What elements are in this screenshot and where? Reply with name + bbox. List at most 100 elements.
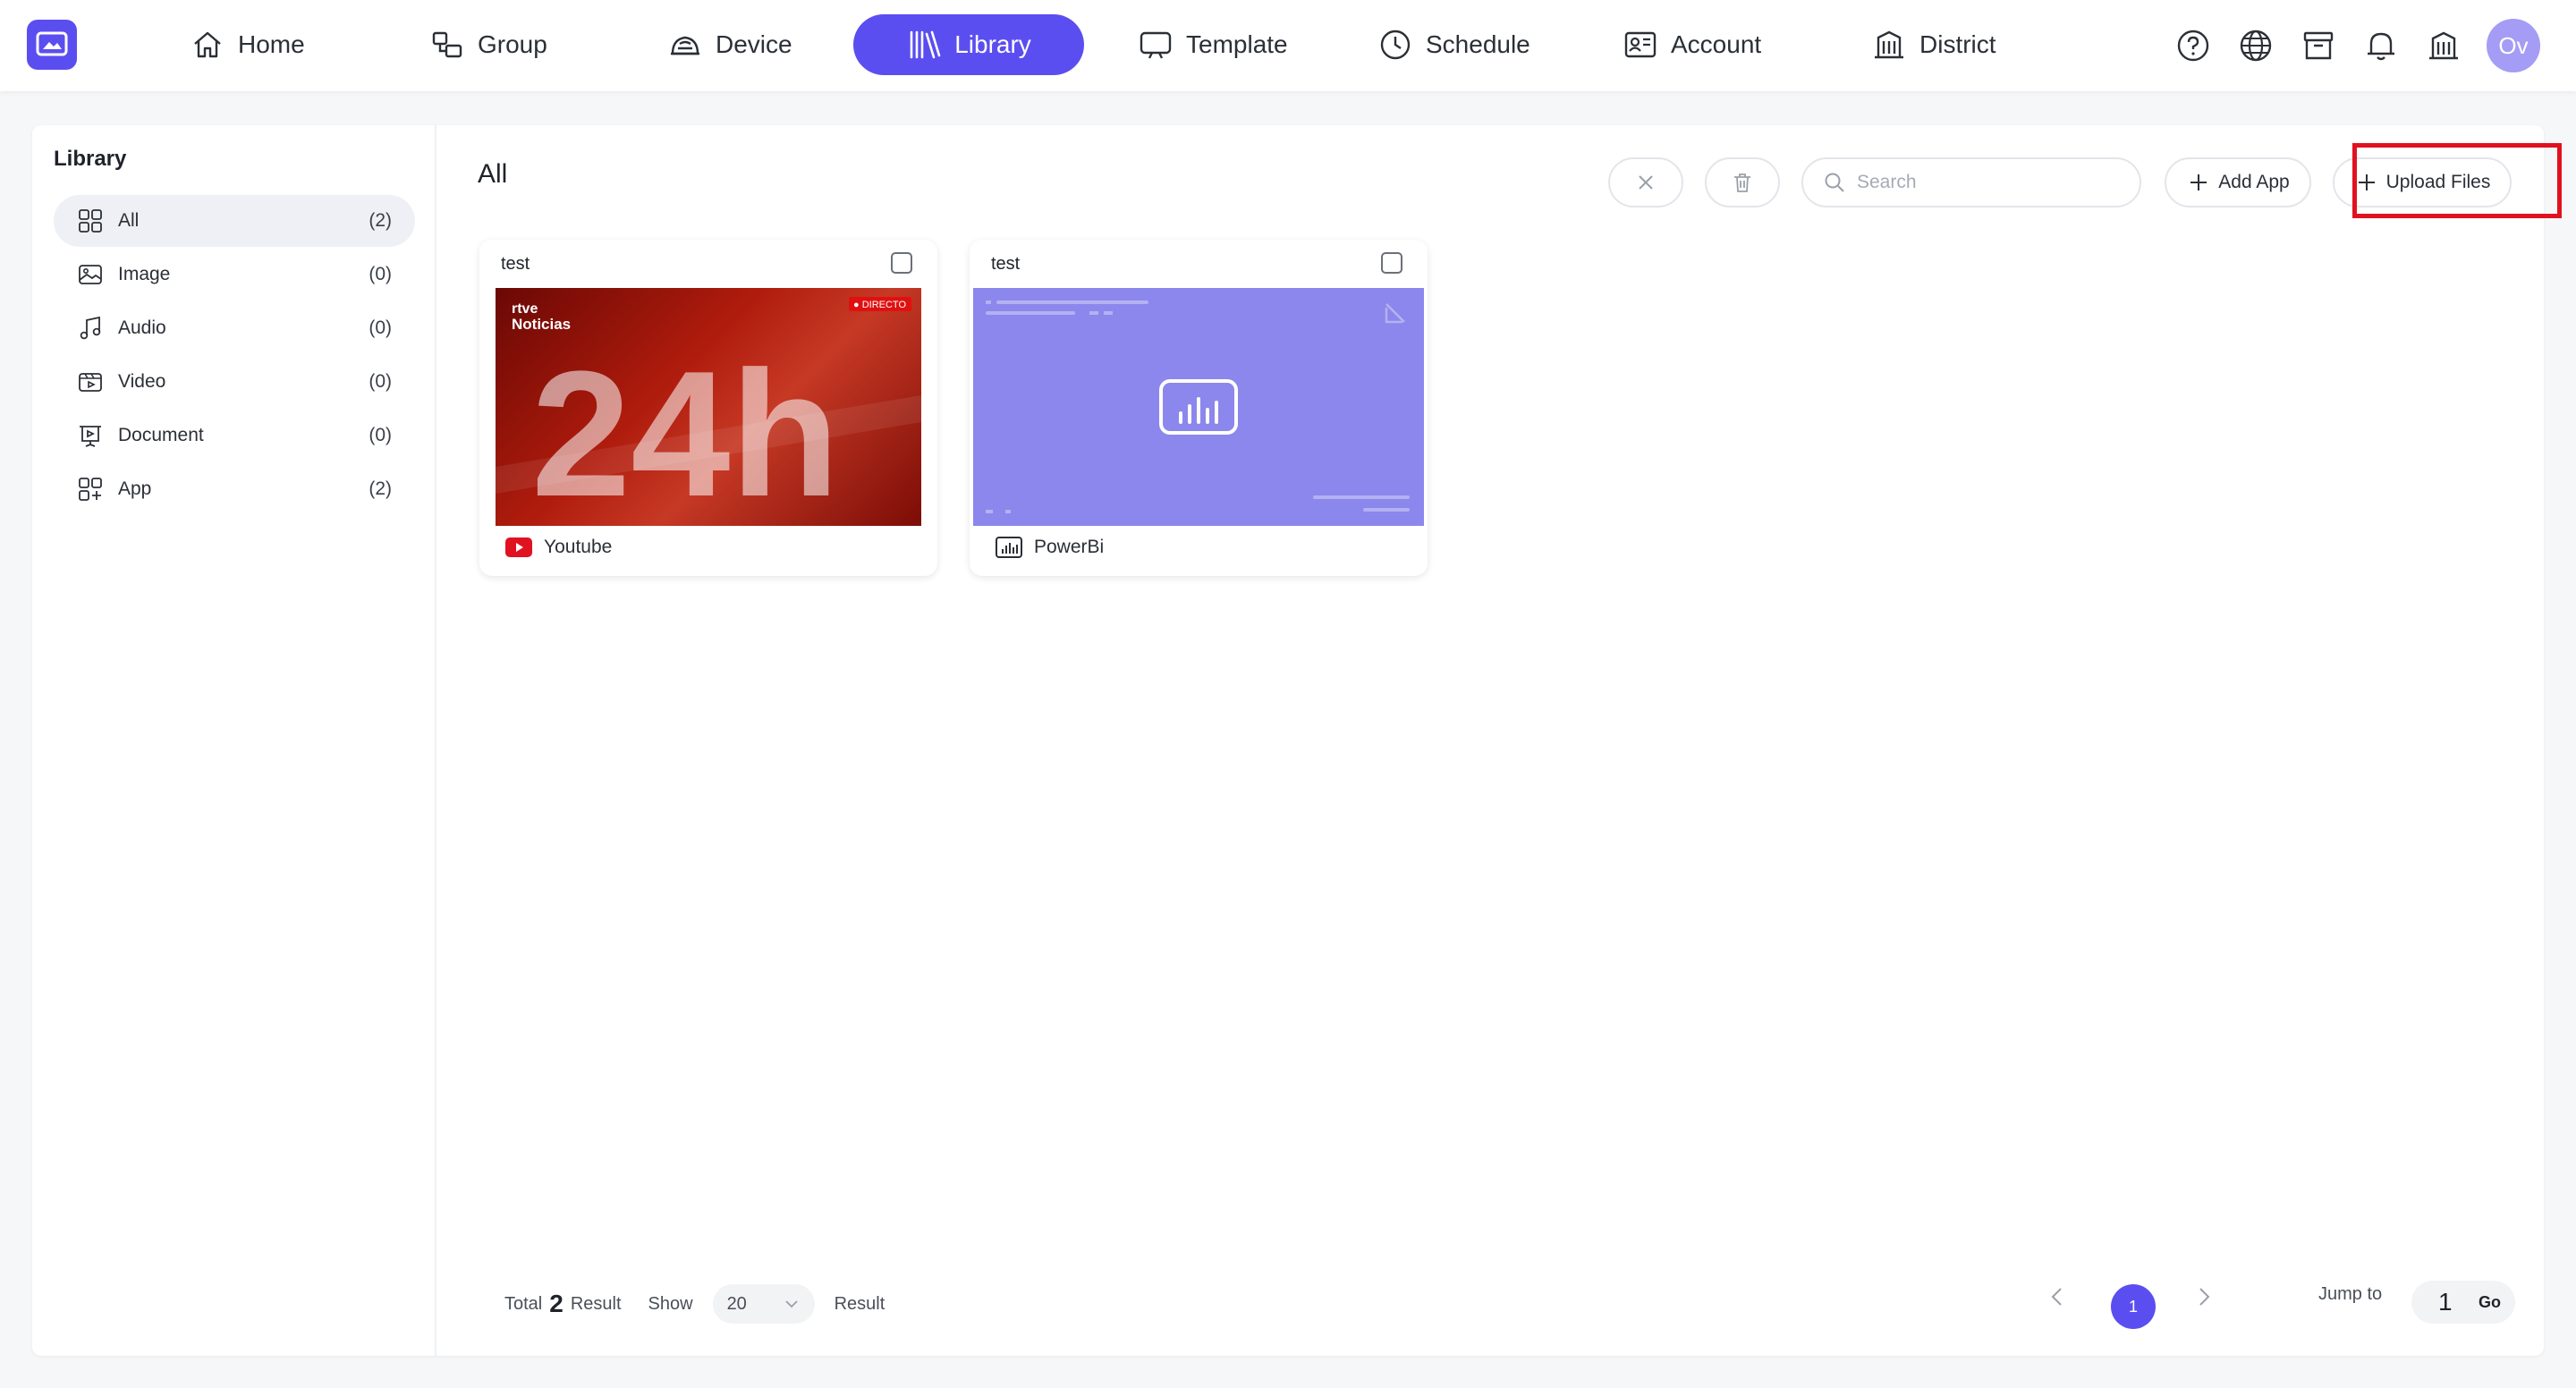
add-app-button[interactable]: Add App [2165,157,2311,207]
help-icon [2177,30,2209,62]
main-nav: Home Group Device Library Template Sched… [0,0,2057,91]
sidebar-item-audio[interactable]: Audio (0) [54,302,415,354]
chevron-down-icon [784,1300,798,1308]
library-icon [910,30,941,59]
thumb-big-text: 24h [531,334,840,526]
plus-icon [2190,174,2207,190]
nav-home-label: Home [238,30,305,58]
chevron-left-icon [2051,1288,2062,1306]
page-size-value: 20 [726,1293,747,1314]
deselect-button[interactable] [1608,157,1683,207]
nav-account[interactable]: Account [1603,14,1781,75]
video-icon [79,373,102,392]
search-icon [1825,173,1844,192]
delete-button[interactable] [1705,157,1780,207]
show-label: Show [648,1293,693,1314]
top-nav-bar: Home Group Device Library Template Sched… [0,0,2576,91]
library-panel: Library All (2) Image (0) Audio (0) Vide… [32,125,2562,1356]
jump-value[interactable]: 1 [2426,1288,2453,1316]
card-thumbnail: rtve Noticias ● DIRECTO 24h [496,288,921,526]
prev-page-button[interactable] [2045,1284,2070,1314]
notifications-button[interactable] [2361,26,2401,65]
nav-device-label: Device [716,30,792,58]
sidebar-item-count: (2) [369,210,392,231]
help-button[interactable] [2174,26,2213,65]
current-page-number: 1 [2111,1284,2156,1329]
nav-group[interactable]: Group [410,14,567,75]
sidebar-item-count: (2) [369,478,392,499]
building-icon [1875,30,1903,59]
powerbi-icon [996,537,1022,558]
language-button[interactable] [2236,26,2275,65]
nav-library[interactable]: Library [853,14,1084,75]
device-icon [671,36,699,55]
search-field[interactable] [1801,157,2141,207]
sidebar-item-video[interactable]: Video (0) [54,356,415,408]
chevron-right-icon [2199,1288,2210,1306]
upload-files-button[interactable]: Upload Files [2333,157,2512,207]
jump-label: Jump to [2318,1284,2383,1304]
thumb-live-badge: ● DIRECTO [853,300,906,310]
template-icon [1140,31,1172,59]
bell-icon [2368,32,2394,61]
card-footer: PowerBi [995,535,1104,560]
go-button[interactable]: Go [2479,1293,2501,1312]
nav-library-label: Library [954,30,1031,58]
result-summary: Total 2 Result Show 20 Result [504,1284,885,1324]
search-input[interactable] [1857,172,2125,193]
archive-button[interactable] [2299,26,2338,65]
media-card[interactable]: test PowerBi [970,240,1428,576]
document-icon [80,426,101,447]
image-icon [79,265,102,284]
news-thumbnail-graphic: rtve Noticias ● DIRECTO 24h [496,288,921,526]
sidebar-item-label: All [118,210,140,231]
card-title: test [501,254,530,274]
nav-template-label: Template [1186,30,1288,58]
nav-schedule[interactable]: Schedule [1358,14,1550,75]
sidebar-title: Library [54,147,127,171]
thumb-brand-top: rtve [512,301,538,317]
nav-schedule-label: Schedule [1426,30,1530,58]
jump-to-input[interactable]: 1 Go [2411,1281,2515,1324]
card-checkbox[interactable] [1381,252,1402,274]
globe-icon [2240,30,2272,62]
sidebar-item-app[interactable]: App (2) [54,463,415,515]
nav-device[interactable]: Device [648,14,812,75]
account-icon [1624,31,1657,58]
sidebar-item-image[interactable]: Image (0) [54,249,415,300]
total-suffix: Result [570,1293,622,1314]
youtube-icon [505,537,532,557]
page-size-select[interactable]: 20 [712,1284,815,1324]
card-checkbox[interactable] [891,252,912,274]
sidebar-item-all[interactable]: All (2) [54,195,415,247]
music-icon [80,316,101,340]
nav-utilities: Ov [2174,0,2540,91]
page-button-current[interactable]: 1 [2111,1284,2156,1329]
nav-template[interactable]: Template [1118,14,1308,75]
result-label: Result [834,1293,886,1314]
total-prefix: Total [504,1293,543,1314]
organization-button[interactable] [2424,26,2463,65]
group-icon [432,31,462,58]
nav-account-label: Account [1671,30,1762,58]
app-icon [79,478,102,501]
user-avatar[interactable]: Ov [2487,19,2540,72]
nav-district-label: District [1919,30,1996,58]
archive-icon [2303,31,2334,60]
nav-home[interactable]: Home [170,14,325,75]
sidebar-item-count: (0) [369,264,392,284]
media-card[interactable]: test rtve Noticias ● DIRECTO 24h Youtube [479,240,937,576]
library-sidebar: Library All (2) Image (0) Audio (0) Vide… [32,125,436,1356]
close-icon [1639,175,1653,190]
sidebar-item-label: Document [118,425,204,445]
sidebar-item-document[interactable]: Document (0) [54,410,415,461]
card-app-name: Youtube [544,537,613,557]
clock-icon [1380,30,1411,60]
sidebar-item-label: Audio [118,317,166,338]
nav-district[interactable]: District [1852,14,2016,75]
building-icon [2429,31,2458,60]
grid-icon [79,209,102,233]
next-page-button[interactable] [2191,1284,2216,1314]
page-title: All [478,159,508,189]
total-count: 2 [549,1290,564,1317]
